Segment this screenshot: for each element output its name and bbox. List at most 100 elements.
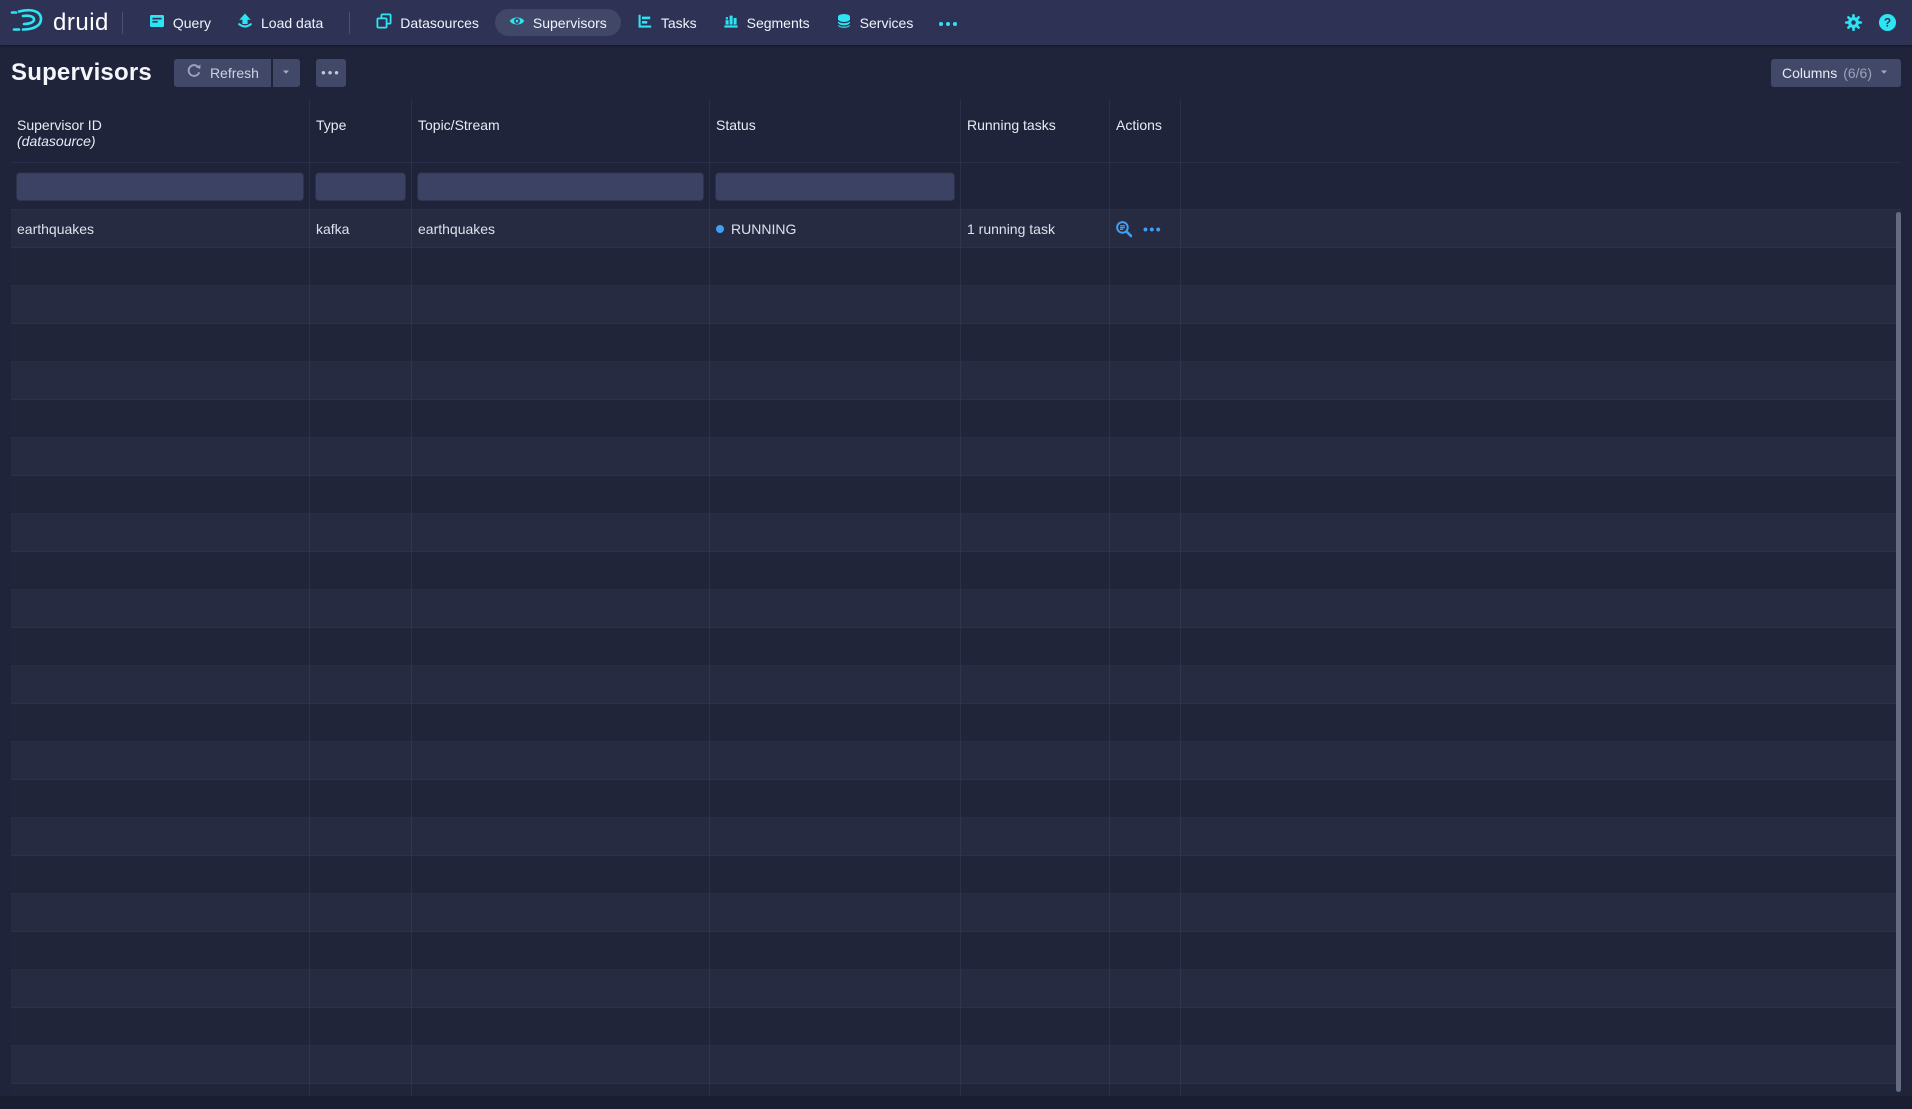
filter-status-input[interactable] xyxy=(715,172,955,201)
load-data-icon xyxy=(237,13,253,32)
columns-count: (6/6) xyxy=(1843,65,1872,81)
cell-empty xyxy=(11,514,310,551)
column-header-status[interactable]: Status xyxy=(710,100,961,162)
cell-topic-stream: earthquakes xyxy=(412,210,710,247)
nav-item-services[interactable]: Services xyxy=(823,0,927,45)
table-row-empty xyxy=(11,400,1901,438)
more-actions-button[interactable]: ••• xyxy=(316,59,346,87)
navbar-more-menu[interactable] xyxy=(926,0,970,45)
nav-item-label: Query xyxy=(173,15,211,31)
cell-empty xyxy=(1110,248,1181,285)
cell-empty xyxy=(710,818,961,855)
cell-empty xyxy=(412,324,710,361)
table-row-empty xyxy=(11,362,1901,400)
filter-supervisor-id-input[interactable] xyxy=(16,172,304,201)
settings-gear-icon[interactable] xyxy=(1844,13,1863,32)
cell-empty xyxy=(1110,552,1181,589)
druid-logo[interactable]: druid xyxy=(10,6,109,39)
cell-empty xyxy=(1110,324,1181,361)
cell-empty xyxy=(310,780,412,817)
nav-item-load-data[interactable]: Load data xyxy=(224,0,336,45)
cell-empty xyxy=(412,590,710,627)
cell-empty xyxy=(310,1084,412,1096)
cell-empty-filler xyxy=(1181,818,1901,855)
cell-empty xyxy=(710,286,961,323)
cell-empty xyxy=(310,286,412,323)
cell-empty xyxy=(412,1084,710,1096)
services-icon xyxy=(836,13,852,32)
cell-empty xyxy=(961,362,1110,399)
datasources-icon xyxy=(376,13,392,32)
cell-empty xyxy=(710,362,961,399)
refresh-icon xyxy=(186,63,202,82)
navbar-right: ? xyxy=(1844,13,1902,32)
filter-cell xyxy=(11,163,310,209)
cell-empty xyxy=(310,628,412,665)
supervisors-table: Supervisor ID (datasource) Type Topic/St… xyxy=(11,100,1901,1096)
cell-empty xyxy=(961,590,1110,627)
cell-empty xyxy=(961,248,1110,285)
page: { "navbar": { "logo_text": "druid", "ite… xyxy=(0,0,1912,1109)
segments-icon xyxy=(723,13,739,32)
cell-empty-filler xyxy=(1181,1046,1901,1083)
column-header-running-tasks[interactable]: Running tasks xyxy=(961,100,1110,162)
cell-empty xyxy=(1110,1008,1181,1045)
table-row-empty xyxy=(11,970,1901,1008)
nav-item-query[interactable]: Query xyxy=(136,0,224,45)
refresh-interval-dropdown-button[interactable] xyxy=(273,59,300,87)
caret-down-icon xyxy=(280,65,292,81)
cell-empty xyxy=(710,894,961,931)
nav-item-label: Tasks xyxy=(661,15,697,31)
filter-type-input[interactable] xyxy=(315,172,406,201)
nav-item-label: Services xyxy=(860,15,914,31)
cell-empty xyxy=(710,400,961,437)
cell-empty-filler xyxy=(1181,362,1901,399)
filter-cell xyxy=(710,163,961,209)
cell-filler xyxy=(1181,210,1901,247)
caret-down-icon xyxy=(1878,65,1890,81)
cell-empty xyxy=(961,552,1110,589)
cell-empty xyxy=(961,400,1110,437)
cell-empty xyxy=(310,856,412,893)
cell-empty xyxy=(310,362,412,399)
column-header-label: Topic/Stream xyxy=(418,117,703,133)
vertical-scrollbar-thumb[interactable] xyxy=(1896,212,1901,1092)
column-header-type[interactable]: Type xyxy=(310,100,412,162)
nav-item-segments[interactable]: Segments xyxy=(710,0,823,45)
columns-dropdown-button[interactable]: Columns (6/6) xyxy=(1771,59,1901,87)
column-header-topic-stream[interactable]: Topic/Stream xyxy=(412,100,710,162)
cell-empty xyxy=(961,742,1110,779)
cell-empty xyxy=(11,552,310,589)
cell-empty xyxy=(310,818,412,855)
cell-empty xyxy=(961,856,1110,893)
column-header-filler xyxy=(1181,100,1901,162)
row-more-actions-icon[interactable]: ••• xyxy=(1143,222,1162,236)
refresh-button[interactable]: Refresh xyxy=(174,59,271,87)
supervisors-view: Supervisors Refresh ••• Columns (6/6) xyxy=(0,45,1912,1096)
cell-empty xyxy=(11,856,310,893)
cell-empty-filler xyxy=(1181,324,1901,361)
cell-empty xyxy=(1110,1046,1181,1083)
cell-empty xyxy=(11,590,310,627)
column-header-actions[interactable]: Actions xyxy=(1110,100,1181,162)
filter-cell xyxy=(412,163,710,209)
cell-empty xyxy=(11,666,310,703)
cell-empty-filler xyxy=(1181,666,1901,703)
nav-item-datasources[interactable]: Datasources xyxy=(363,0,492,45)
nav-item-tasks[interactable]: Tasks xyxy=(624,0,710,45)
columns-button-label: Columns xyxy=(1782,65,1837,81)
cell-empty xyxy=(11,742,310,779)
cell-empty xyxy=(1110,362,1181,399)
search-detail-icon[interactable] xyxy=(1115,220,1133,238)
column-header-label: Actions xyxy=(1116,117,1174,133)
cell-empty xyxy=(310,476,412,513)
cell-empty xyxy=(710,324,961,361)
cell-empty xyxy=(1110,856,1181,893)
column-header-supervisor-id[interactable]: Supervisor ID (datasource) xyxy=(11,100,310,162)
cell-empty xyxy=(961,1008,1110,1045)
cell-empty xyxy=(412,476,710,513)
nav-item-supervisors[interactable]: Supervisors xyxy=(492,0,624,45)
filter-topic-stream-input[interactable] xyxy=(417,172,704,201)
help-icon[interactable]: ? xyxy=(1878,13,1897,32)
cell-empty xyxy=(412,856,710,893)
